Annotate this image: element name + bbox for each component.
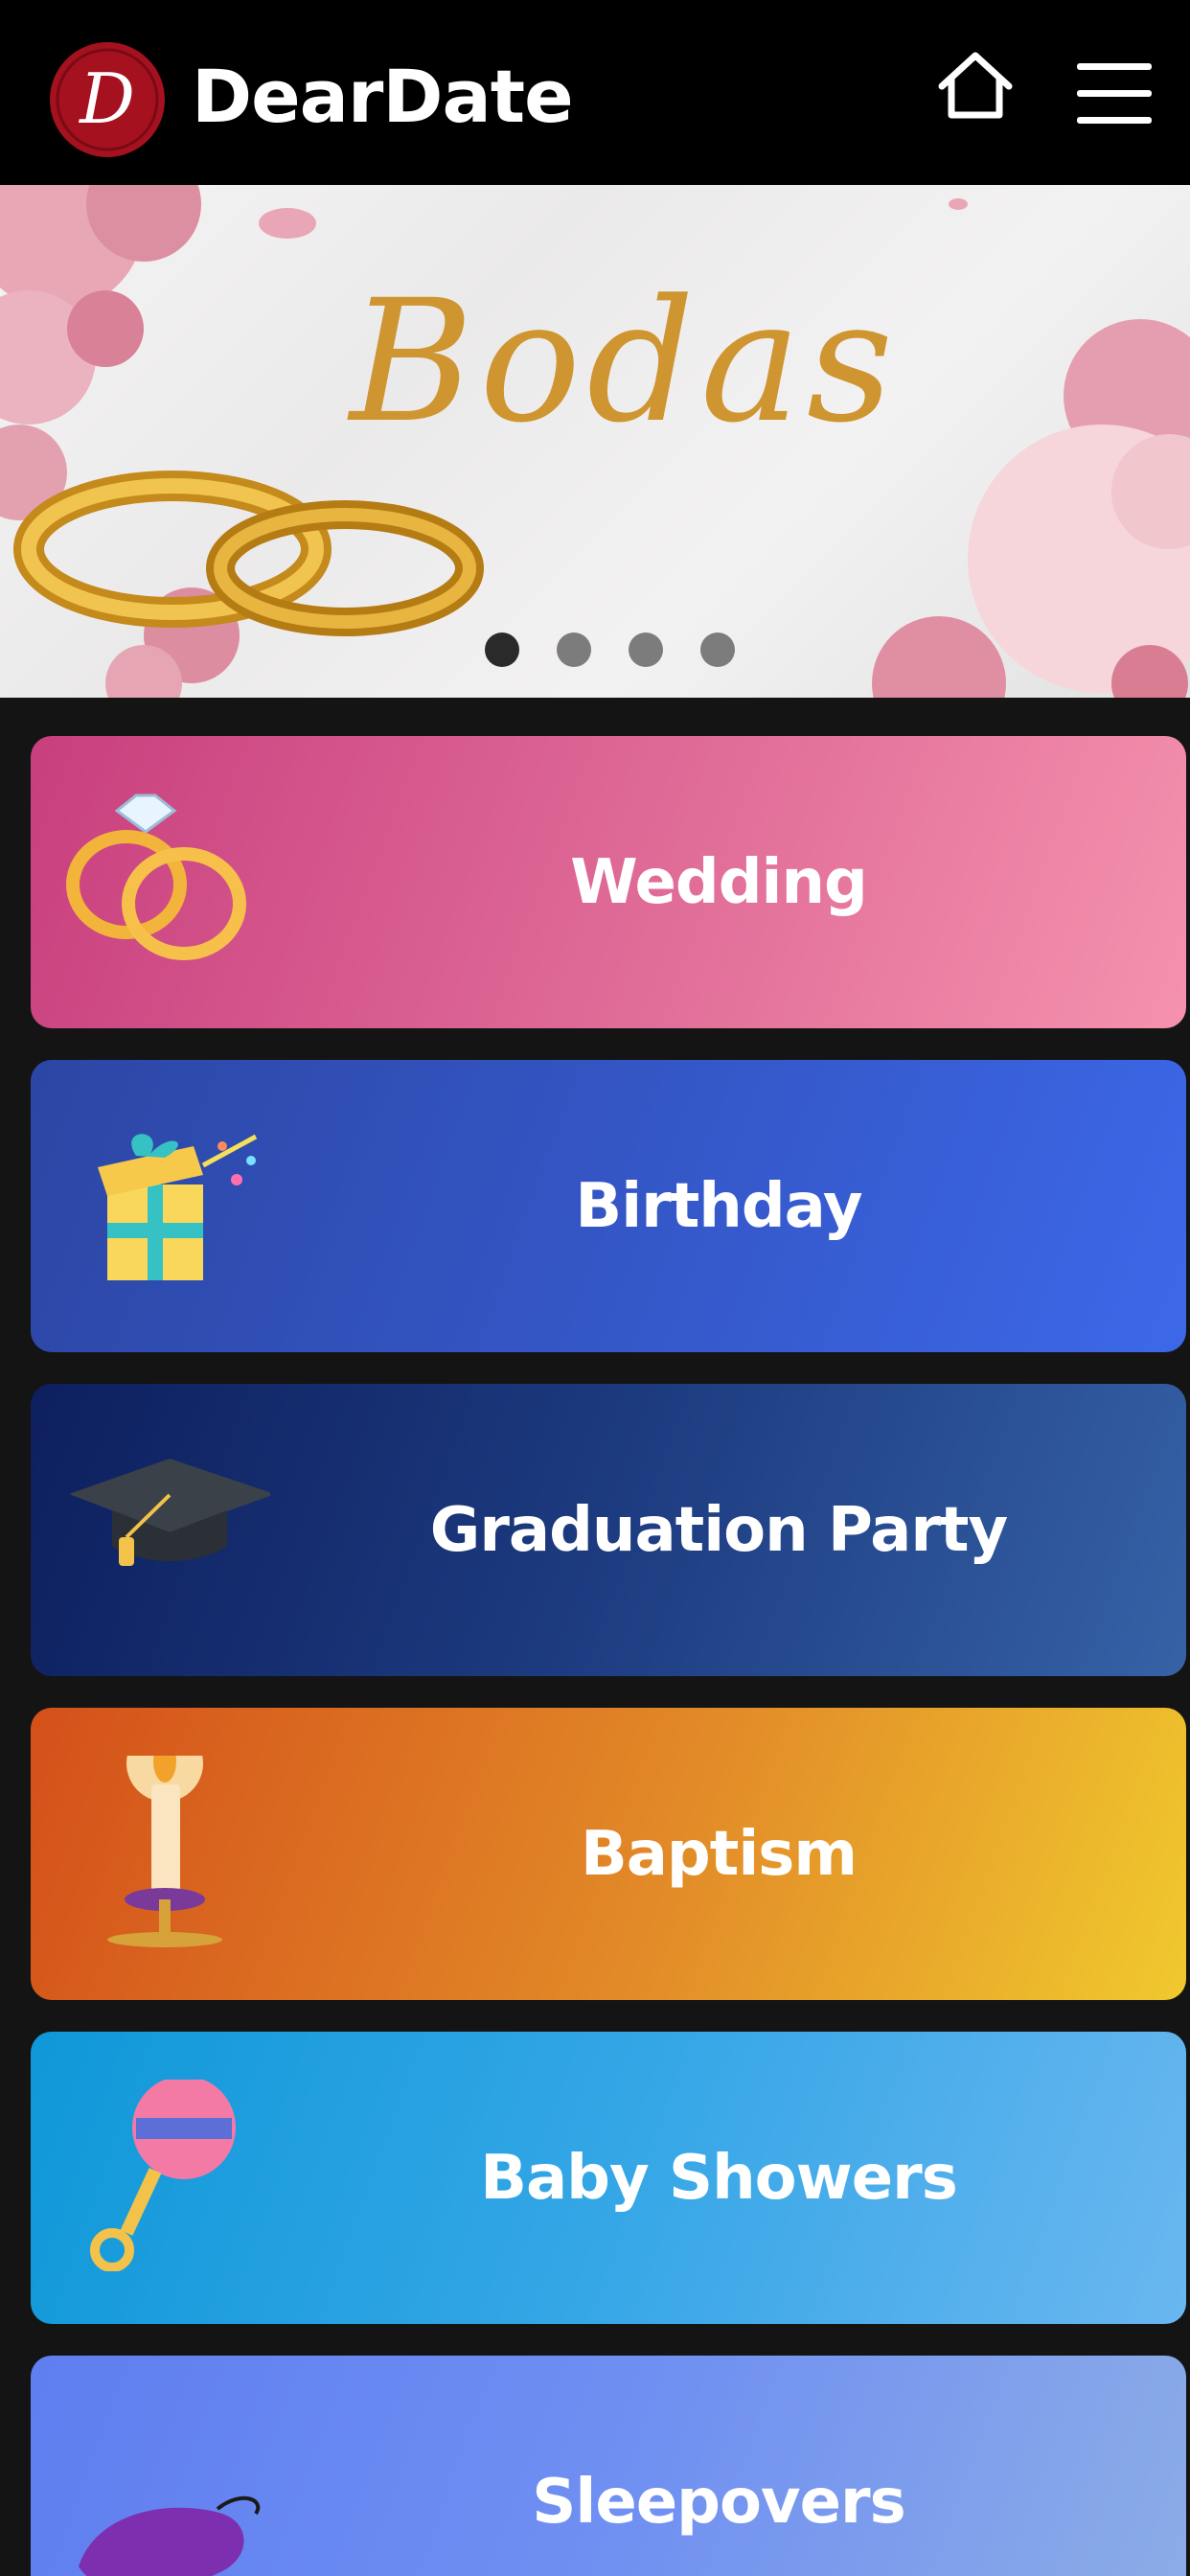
category-label: Birthday [575,1170,862,1242]
home-icon[interactable] [934,48,1017,128]
category-label: Wedding [570,846,868,918]
hero-banner-carousel[interactable]: Bodas [0,185,1190,698]
carousel-pagination [485,632,735,667]
category-birthday[interactable]: Birthday [31,1060,1186,1352]
category-baby-showers[interactable]: Baby Showers [31,2032,1186,2324]
carousel-dot-2[interactable] [557,632,591,667]
carousel-dot-1[interactable] [485,632,519,667]
flowers-right-icon [872,319,1190,698]
category-label: Graduation Party [429,1494,1008,1566]
category-label: Baptism [580,1818,858,1890]
baby-rattle-icon [90,2080,236,2271]
graduation-cap-icon [69,1459,270,1566]
category-sleepovers[interactable]: Sleepovers [31,2356,1186,2576]
wedding-rings-icon [66,794,246,960]
candle-icon [107,1756,222,1947]
category-list: Wedding Birthday Graduation Party Baptis… [31,736,1186,2576]
carousel-dot-4[interactable] [700,632,735,667]
gift-box-icon [98,1134,258,1280]
category-label: Baby Showers [480,2142,958,2214]
category-baptism[interactable]: Baptism [31,1708,1186,2000]
svg-text:D: D [78,58,135,139]
app-header: D DearDate [0,0,1190,185]
brand-title: DearDate [192,54,574,139]
sleep-mask-icon [79,2496,261,2576]
category-label: Sleepovers [532,2466,905,2538]
category-graduation-party[interactable]: Graduation Party [31,1384,1186,1676]
deardate-logo-icon[interactable]: D [48,40,167,159]
hamburger-menu-icon[interactable] [1073,58,1156,130]
carousel-dot-3[interactable] [629,632,663,667]
category-wedding[interactable]: Wedding [31,736,1186,1028]
gold-rings-icon [13,471,484,636]
banner-title: Bodas [350,264,900,460]
